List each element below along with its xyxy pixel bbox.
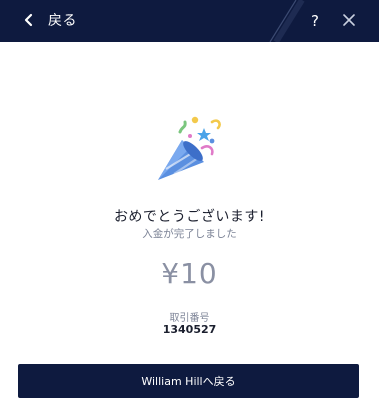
return-button-label: William Hillへ戻る <box>141 375 236 388</box>
back-button[interactable]: 戻る <box>22 8 77 32</box>
party-popper-icon <box>158 116 221 180</box>
success-title: おめでとうございます! <box>113 209 266 225</box>
deposit-amount: ¥10 <box>161 257 218 290</box>
header-bar: 戻る ? <box>0 0 379 42</box>
close-button[interactable] <box>341 12 357 28</box>
help-button[interactable]: ? <box>307 10 323 32</box>
return-to-william-hill-button[interactable]: William Hillへ戻る <box>18 364 359 398</box>
success-content: おめでとうございます! 入金が完了しました ¥10 取引番号 1340527 W… <box>0 42 379 415</box>
chevron-left-icon <box>24 13 33 27</box>
close-icon <box>343 14 355 26</box>
success-subtitle: 入金が完了しました <box>142 228 237 240</box>
back-button-label: 戻る <box>48 13 77 29</box>
deposit-success-window: 戻る ? おめでとうございます! 入金が完了しました ¥10 取引番号 1340… <box>0 0 379 415</box>
transaction-number-label: 取引番号 <box>169 313 210 324</box>
question-mark-icon: ? <box>311 12 319 30</box>
transaction-number-value: 1340527 <box>162 323 217 336</box>
